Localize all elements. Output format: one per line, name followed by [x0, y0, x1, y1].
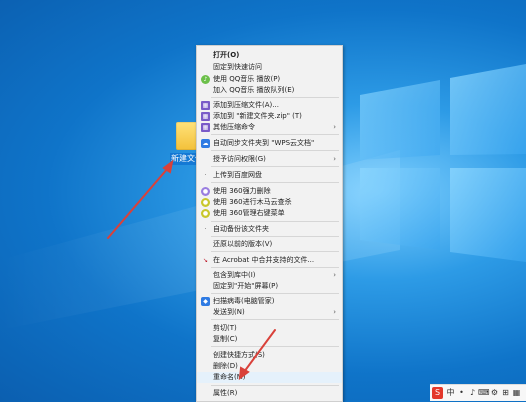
acrobat-icon: ↘	[202, 257, 209, 264]
menu-item-properties[interactable]: 属性(R)	[197, 388, 342, 399]
menu-item-label: 在 Acrobat 中合并支持的文件...	[213, 256, 315, 264]
menu-item-label: 添加到压缩文件(A)...	[213, 101, 279, 109]
menu-item-label: 删除(D)	[213, 362, 238, 370]
archive-icon: ▦	[201, 101, 210, 110]
menu-item-label: 还原以前的版本(V)	[213, 240, 273, 248]
360-delete-icon: ●	[201, 187, 210, 196]
menu-item-360-scan[interactable]: ● 使用 360进行木马云查杀	[197, 197, 342, 208]
menu-item-label: 加入 QQ音乐 播放队列(E)	[213, 86, 295, 94]
sogou-input-icon[interactable]: S	[432, 387, 443, 399]
skin-icon[interactable]: ▦	[511, 387, 522, 399]
menu-item-qq-play[interactable]: ♪ 使用 QQ音乐 播放(P)	[197, 74, 342, 85]
menu-item-add-archive[interactable]: ▦ 添加到压缩文件(A)...	[197, 100, 342, 111]
menu-separator	[211, 385, 339, 386]
360-scan-icon: ●	[201, 198, 210, 207]
microphone-icon[interactable]: ♪	[467, 387, 478, 399]
backup-icon: ·	[204, 226, 207, 233]
menu-item-label: 固定到快速访问	[213, 63, 262, 71]
menu-item-label: 添加到 "新建文件夹.zip" (T)	[213, 112, 302, 120]
menu-item-label: 上传到百度网盘	[213, 171, 262, 179]
menu-item-label: 包含到库中(I)	[213, 271, 256, 279]
menu-item-360-delete[interactable]: ● 使用 360强力删除	[197, 186, 342, 197]
folder-icon	[176, 122, 198, 150]
menu-item-pin-start[interactable]: 固定到"开始"屏幕(P)	[197, 281, 342, 292]
menu-item-pin-quick-access[interactable]: 固定到快速访问	[197, 62, 342, 73]
menu-item-label: 打开(O)	[213, 51, 240, 59]
menu-item-rename[interactable]: 重命名(M)	[197, 372, 342, 383]
settings-icon[interactable]: ⚙	[489, 387, 500, 399]
pc-manager-icon: ◆	[201, 297, 210, 306]
menu-separator	[211, 293, 339, 294]
menu-separator	[211, 182, 339, 183]
menu-item-other-compress[interactable]: ▦ 其他压缩命令 ›	[197, 122, 342, 133]
menu-item-label: 其他压缩命令	[213, 123, 255, 131]
menu-item-label: 属性(R)	[213, 389, 238, 397]
menu-separator	[211, 150, 339, 151]
menu-item-acrobat-merge[interactable]: ↘ 在 Acrobat 中合并支持的文件...	[197, 255, 342, 266]
menu-item-create-shortcut[interactable]: 创建快捷方式(S)	[197, 350, 342, 361]
submenu-arrow-icon: ›	[333, 308, 336, 316]
menu-item-label: 创建快捷方式(S)	[213, 351, 265, 359]
context-menu: 打开(O) 固定到快速访问 ♪ 使用 QQ音乐 播放(P) 加入 QQ音乐 播放…	[196, 45, 343, 402]
menu-item-copy[interactable]: 复制(C)	[197, 334, 342, 345]
submenu-arrow-icon: ›	[333, 271, 336, 279]
menu-item-label: 发送到(N)	[213, 308, 245, 316]
toolbox-icon[interactable]: ⊞	[500, 387, 511, 399]
menu-item-grant-access[interactable]: 授予访问权限(G) ›	[197, 154, 342, 165]
menu-item-label: 使用 QQ音乐 播放(P)	[213, 75, 281, 83]
menu-separator	[211, 166, 339, 167]
menu-separator	[211, 319, 339, 320]
system-tray: S 中 • ♪ ⌨ ⚙ ⊞ ▦	[430, 384, 526, 401]
menu-item-label: 固定到"开始"屏幕(P)	[213, 282, 279, 290]
menu-item-baidu-upload[interactable]: · 上传到百度网盘	[197, 170, 342, 181]
menu-item-label: 剪切(T)	[213, 324, 237, 332]
menu-item-label: 自动备份该文件夹	[213, 225, 269, 233]
menu-item-restore-version[interactable]: 还原以前的版本(V)	[197, 239, 342, 250]
menu-item-label: 重命名(M)	[213, 373, 246, 381]
baidu-netdisk-icon: ·	[204, 172, 207, 179]
menu-item-label: 授予访问权限(G)	[213, 155, 266, 163]
keyboard-icon[interactable]: ⌨	[478, 387, 490, 399]
menu-item-open[interactable]: 打开(O)	[197, 50, 342, 61]
menu-item-virus-scan[interactable]: ◆ 扫描病毒(电脑管家)	[197, 296, 342, 307]
360-menu-icon: ●	[201, 209, 210, 218]
menu-separator	[211, 221, 339, 222]
menu-separator	[211, 251, 339, 252]
qq-music-icon: ♪	[201, 75, 210, 84]
menu-item-label: 使用 360进行木马云查杀	[213, 198, 292, 206]
submenu-arrow-icon: ›	[333, 155, 336, 163]
menu-item-label: 复制(C)	[213, 335, 238, 343]
menu-separator	[211, 346, 339, 347]
archive-icon: ▦	[201, 123, 210, 132]
menu-item-cut[interactable]: 剪切(T)	[197, 323, 342, 334]
archive-icon: ▦	[201, 112, 210, 121]
menu-item-360-menu[interactable]: ● 使用 360管理右键菜单	[197, 208, 342, 219]
menu-separator	[211, 267, 339, 268]
menu-item-qq-queue[interactable]: 加入 QQ音乐 播放队列(E)	[197, 85, 342, 96]
wps-cloud-icon: ☁	[201, 139, 210, 148]
input-mode-icon[interactable]: 中	[445, 387, 456, 399]
menu-item-label: 自动同步文件夹到 "WPS云文档"	[213, 139, 315, 147]
menu-item-include-library[interactable]: 包含到库中(I) ›	[197, 270, 342, 281]
menu-separator	[211, 236, 339, 237]
menu-item-send-to[interactable]: 发送到(N) ›	[197, 307, 342, 318]
submenu-arrow-icon: ›	[333, 123, 336, 131]
menu-item-label: 扫描病毒(电脑管家)	[213, 297, 275, 305]
menu-separator	[211, 97, 339, 98]
menu-item-add-zip[interactable]: ▦ 添加到 "新建文件夹.zip" (T)	[197, 111, 342, 122]
menu-item-wps-sync[interactable]: ☁ 自动同步文件夹到 "WPS云文档"	[197, 138, 342, 149]
punctuation-icon[interactable]: •	[456, 387, 467, 399]
menu-item-delete[interactable]: 删除(D)	[197, 361, 342, 372]
menu-item-label: 使用 360管理右键菜单	[213, 209, 285, 217]
menu-separator	[211, 134, 339, 135]
menu-item-auto-backup[interactable]: · 自动备份该文件夹	[197, 224, 342, 235]
menu-item-label: 使用 360强力删除	[213, 187, 271, 195]
